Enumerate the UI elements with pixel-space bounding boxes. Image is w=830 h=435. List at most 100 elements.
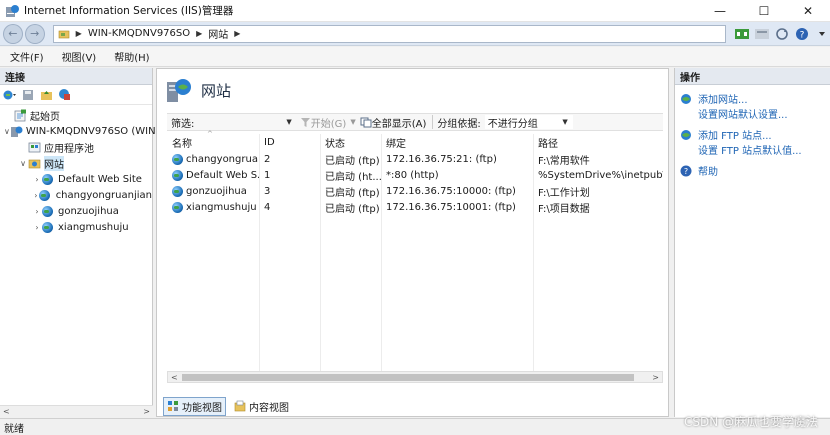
connections-scrollbar[interactable]: < > <box>0 405 153 417</box>
cell-path: F:\工作计划 <box>538 187 590 199</box>
globe-icon <box>41 173 55 186</box>
breadcrumb-separator-icon: ▶ <box>75 29 82 38</box>
connect-icon[interactable] <box>734 26 750 42</box>
chevron-right-icon[interactable]: › <box>32 175 42 184</box>
show-all-icon <box>360 117 372 127</box>
tab-label: 功能视图 <box>182 402 222 414</box>
tree-label: changyongruanjian <box>55 189 152 201</box>
group-by-select[interactable]: 不进行分组 ▼ <box>484 115 573 130</box>
table-row[interactable]: gonzuojihua 3 已启动 (ftp) 172.16.36.75:100… <box>167 183 663 199</box>
address-path[interactable]: ▶ WIN-KMQDNV976SO ▶ 网站 ▶ <box>52 24 727 43</box>
tree-node-site-changyong[interactable]: › changyongruanjian <box>0 187 152 203</box>
cell-binding: 172.16.36.75:10001: (ftp) <box>386 201 516 213</box>
chevron-right-icon[interactable]: › <box>32 223 42 232</box>
cell-name: gonzuojihua <box>167 185 259 197</box>
minimize-button[interactable]: — <box>698 0 742 22</box>
action-add-website[interactable]: 添加网站... <box>680 91 830 106</box>
maximize-button[interactable]: ☐ <box>742 0 786 22</box>
cell-name: xiangmushuju <box>167 201 259 213</box>
actions-panel: 操作 添加网站... 设置网站默认设置... 添加 FTP 站点... 设置 F… <box>674 68 830 417</box>
status-text: 就绪 <box>4 423 24 435</box>
column-header-path[interactable]: 路径 <box>533 134 663 151</box>
chevron-right-icon[interactable]: › <box>32 207 42 216</box>
tree-node-site-default[interactable]: › Default Web Site <box>0 171 152 187</box>
column-label: 名称 <box>172 139 192 150</box>
cell-binding: 172.16.36.75:10000: (ftp) <box>386 185 516 197</box>
up-folder-icon[interactable] <box>39 88 53 102</box>
connections-toolbar <box>0 85 152 105</box>
server-icon <box>10 125 23 138</box>
disconnect-icon[interactable] <box>57 88 71 102</box>
menu-file[interactable]: 文件(F) <box>2 49 52 64</box>
scrollbar-thumb[interactable] <box>182 374 634 381</box>
tab-features-view[interactable]: 功能视图 <box>163 396 226 416</box>
action-ftp-defaults[interactable]: 设置 FTP 站点默认值... <box>680 142 830 157</box>
tree-label: WIN-KMQDNV976SO (WIN <box>25 125 156 137</box>
tab-content-view[interactable]: 内容视图 <box>230 397 293 416</box>
globe-icon <box>39 189 53 202</box>
table-scrollbar[interactable]: < > <box>167 371 663 383</box>
menu-view[interactable]: 视图(V) <box>54 49 105 64</box>
column-label: ID <box>264 137 275 148</box>
forward-button[interactable]: → <box>24 23 45 44</box>
cell-binding: 172.16.36.75:21: (ftp) <box>386 153 497 165</box>
tree-node-sites[interactable]: ∨ 网站 <box>0 155 152 171</box>
help-icon: ? <box>680 165 692 176</box>
table-row[interactable]: changyongrua... 2 已启动 (ftp) 172.16.36.75… <box>167 151 663 167</box>
save-icon[interactable] <box>21 88 35 102</box>
app-pool-icon <box>28 141 41 154</box>
cell-path: F:\常用软件 <box>538 155 590 167</box>
cell-binding: *:80 (http) <box>386 169 439 181</box>
sites-folder-icon <box>28 157 41 170</box>
scroll-left-icon[interactable]: < <box>171 373 178 382</box>
save-connection-icon[interactable] <box>754 26 770 42</box>
tree-node-start-page[interactable]: 起始页 <box>0 107 152 123</box>
column-header-binding[interactable]: 绑定 <box>381 134 533 151</box>
action-add-ftp-site[interactable]: 添加 FTP 站点... <box>680 127 830 142</box>
column-header-id[interactable]: ID <box>259 134 320 151</box>
action-site-defaults[interactable]: 设置网站默认设置... <box>680 106 830 121</box>
actions-group-ftp: 添加 FTP 站点... 设置 FTP 站点默认值... <box>675 127 830 157</box>
scroll-right-icon[interactable]: > <box>143 407 150 416</box>
menu-help[interactable]: 帮助(H) <box>106 49 157 64</box>
actions-group-help: ? 帮助 <box>675 163 830 178</box>
back-button[interactable]: ← <box>3 23 23 44</box>
column-header-status[interactable]: 状态 <box>320 134 381 151</box>
table-row[interactable]: xiangmushuju 4 已启动 (ftp) 172.16.36.75:10… <box>167 199 663 215</box>
table-row[interactable]: Default Web S... 1 已启动 (ht... *:80 (http… <box>167 167 663 183</box>
show-all-label: 全部显示(A) <box>371 118 427 130</box>
action-help[interactable]: ? 帮助 <box>680 163 830 178</box>
filter-input[interactable] <box>196 115 285 129</box>
tree-node-app-pools[interactable]: 应用程序池 <box>0 139 152 155</box>
start-filter-button[interactable]: 开始(G) <box>300 115 346 130</box>
help-icon[interactable]: ? <box>794 26 810 42</box>
breadcrumb-server[interactable]: WIN-KMQDNV976SO <box>88 28 190 39</box>
scroll-left-icon[interactable]: < <box>3 407 10 416</box>
cell-id: 3 <box>264 185 271 197</box>
tree-node-site-xiangmu[interactable]: › xiangmushuju <box>0 219 152 235</box>
tree-node-server[interactable]: ∨ WIN-KMQDNV976SO (WIN <box>0 123 156 139</box>
cell-status: 已启动 (ftp) <box>325 187 380 199</box>
table-header: ^ 名称 ID 状态 绑定 路径 <box>167 130 663 151</box>
scroll-right-icon[interactable]: > <box>652 373 659 382</box>
folder-icon <box>58 30 69 38</box>
chevron-down-icon[interactable]: ▼ <box>350 118 355 126</box>
filter-label: 筛选: <box>171 118 195 130</box>
breadcrumb-sites[interactable]: 网站 <box>208 26 228 41</box>
svg-text:?: ? <box>800 30 805 40</box>
connect-dropdown-icon[interactable] <box>3 88 17 102</box>
globe-icon <box>172 153 183 165</box>
show-all-button[interactable]: 全部显示(A) <box>360 115 427 130</box>
refresh-icon[interactable] <box>774 26 790 42</box>
chevron-down-icon[interactable] <box>814 26 830 42</box>
sort-ascending-icon: ^ <box>207 130 213 138</box>
cell-path: %SystemDrive%\inetpub\w <box>538 169 663 181</box>
chevron-down-icon[interactable]: ▼ <box>286 118 291 126</box>
start-page-icon <box>14 109 27 122</box>
chevron-down-icon[interactable]: ∨ <box>18 159 28 168</box>
address-bar: ← → ▶ WIN-KMQDNV976SO ▶ 网站 ▶ ? <box>0 22 830 46</box>
tree-node-site-gonzuo[interactable]: › gonzuojihua <box>0 203 152 219</box>
column-header-name[interactable]: ^ 名称 <box>167 130 259 151</box>
close-button[interactable]: ✕ <box>786 0 830 22</box>
funnel-icon <box>300 117 310 127</box>
